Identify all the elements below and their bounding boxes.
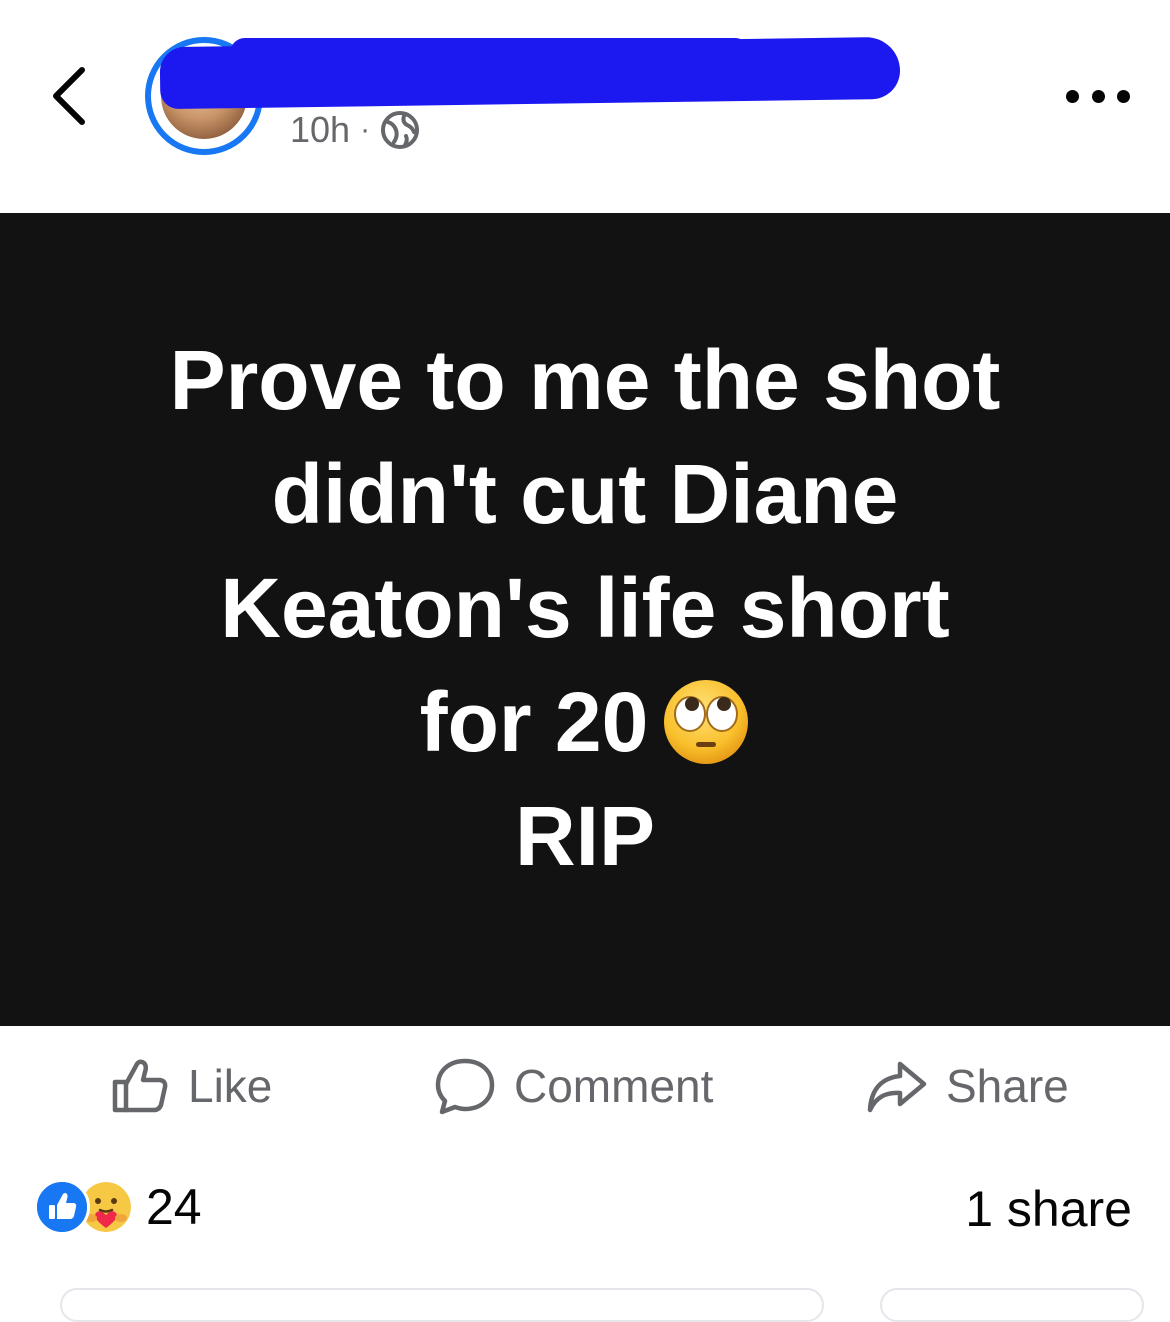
more-dot [1066,89,1079,103]
post-text-line: didn't cut Diane [271,446,899,541]
share-button[interactable]: Share [866,1056,1069,1116]
more-dot [1091,89,1105,103]
like-reaction-icon [34,1179,90,1235]
meta-separator: · [360,113,371,146]
comment-input-edge[interactable] [60,1288,824,1322]
share-label: Share [946,1060,1069,1112]
author-name-redacted[interactable] [159,36,901,110]
more-dot [1117,89,1130,103]
back-button[interactable] [40,58,100,134]
face-with-rolling-eyes-icon [664,680,749,765]
reactions-summary[interactable]: 24 [34,1176,202,1238]
comment-button[interactable]: Comment [434,1056,713,1116]
comment-label: Comment [514,1060,714,1112]
post-meta: 10h · [290,108,420,152]
secondary-pill-edge[interactable] [880,1288,1144,1322]
reaction-count: 24 [146,1179,202,1235]
like-button[interactable]: Like [110,1056,272,1116]
post-text-line: Keaton's life short [220,560,950,655]
comment-bubble-icon [435,1058,495,1115]
action-bar: Like Comment Share [0,1026,1170,1148]
post-header: 10h · [0,0,1170,213]
globe-icon[interactable] [380,110,420,150]
like-label: Like [188,1060,273,1112]
post-text-line-with-emoji: for 20 [85,665,1085,779]
post-text-line: RIP [514,788,656,883]
post-content[interactable]: Prove to me the shot didn't cut Diane Ke… [0,213,1170,1026]
thumbs-up-icon [112,1059,168,1113]
more-options-button[interactable] [1066,78,1130,114]
post-text: Prove to me the shot didn't cut Diane Ke… [85,323,1085,893]
chevron-left-icon [53,67,85,125]
share-count[interactable]: 1 share [965,1180,1132,1238]
share-arrow-icon [867,1061,927,1113]
post-timestamp[interactable]: 10h [290,109,350,151]
post-text-line: for 20 [419,674,649,769]
post-text-line: Prove to me the shot [169,332,1001,427]
